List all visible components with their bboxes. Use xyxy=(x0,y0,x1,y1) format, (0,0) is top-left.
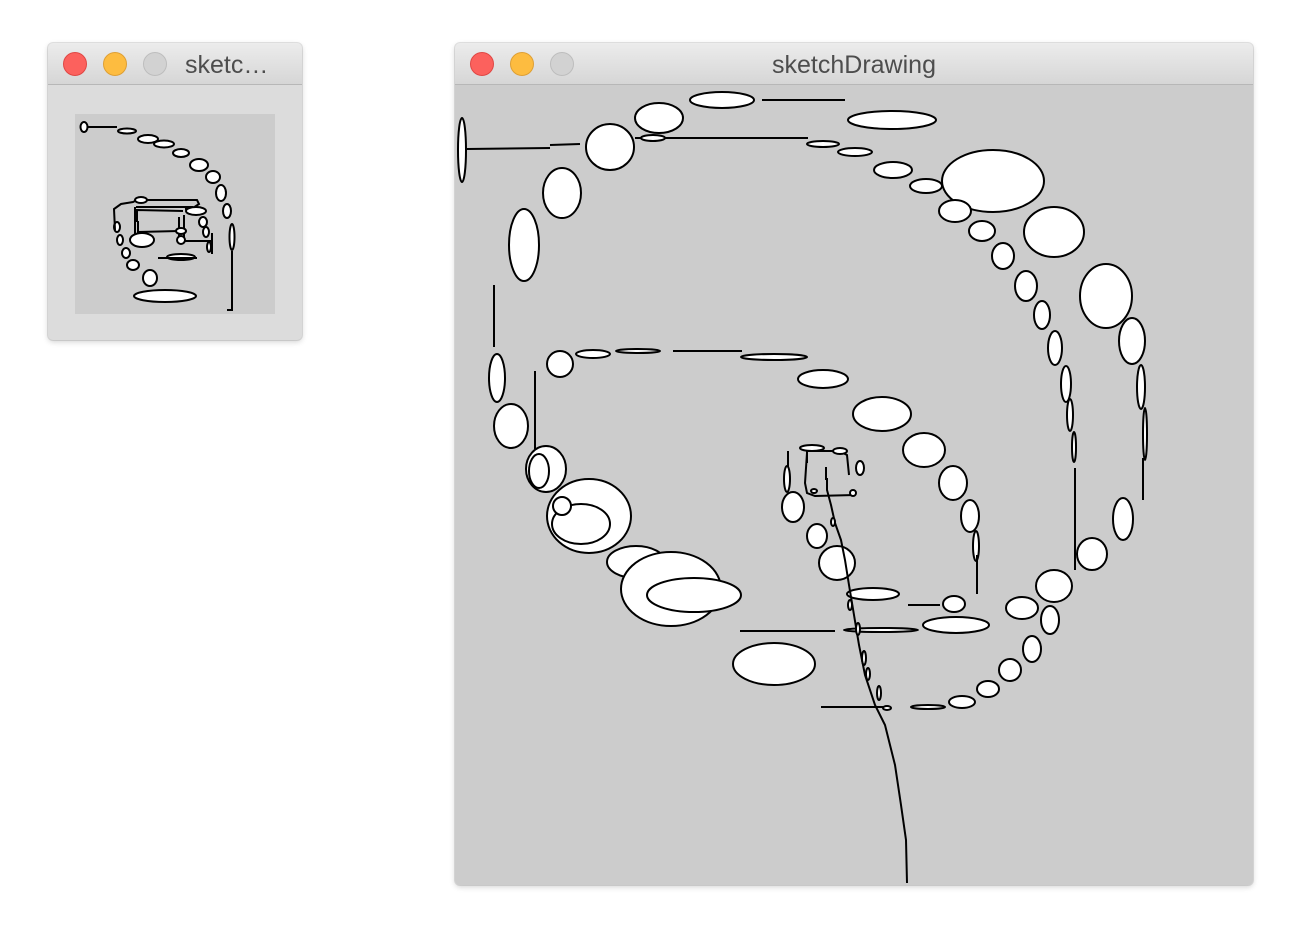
window-title: sketc… xyxy=(185,51,269,79)
main-window-titlebar[interactable]: sketchDrawing xyxy=(455,43,1253,85)
zoom-button[interactable] xyxy=(143,52,167,76)
small-sketch-canvas[interactable] xyxy=(75,114,275,314)
main-sketch-window[interactable]: sketchDrawing xyxy=(455,43,1253,885)
small-window-frame xyxy=(48,85,302,340)
close-button[interactable] xyxy=(63,52,87,76)
window-title: sketchDrawing xyxy=(772,51,936,79)
main-sketch-canvas[interactable] xyxy=(455,85,1253,885)
minimize-button[interactable] xyxy=(103,52,127,76)
main-window-content xyxy=(455,85,1253,885)
small-window-titlebar[interactable]: sketc… xyxy=(48,43,302,85)
small-sketch-window[interactable]: sketc… xyxy=(48,43,302,340)
